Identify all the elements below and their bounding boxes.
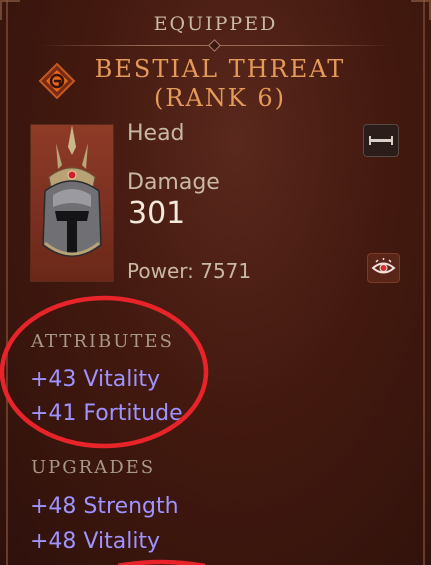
item-portrait[interactable] (30, 124, 114, 282)
eye-icon (371, 258, 396, 274)
compare-icon (369, 136, 393, 145)
upgrades-heading: UPGRADES (31, 457, 156, 478)
attribute-line: +41 Fortitude (30, 401, 183, 426)
item-name: BESTIAL THREAT (94, 55, 346, 83)
damage-label: Damage (127, 170, 220, 195)
equipped-status-label: EQUIPPED (153, 13, 278, 35)
item-tooltip-panel: EQUIPPED BESTIAL THREAT (RANK 6) Head Da… (0, 0, 431, 565)
attribute-line: +43 Vitality (30, 367, 161, 392)
item-rank: (RANK 6) (154, 84, 286, 112)
item-power: Power: 7571 (127, 259, 252, 283)
attributes-heading: ATTRIBUTES (31, 331, 174, 352)
helmet-icon (42, 125, 102, 257)
damage-value: 301 (128, 196, 186, 231)
rank-emblem-icon (38, 62, 76, 100)
upgrade-line: +48 Vitality (30, 529, 161, 554)
item-title: BESTIAL THREAT (RANK 6) (90, 55, 350, 113)
divider-gem-icon (208, 39, 221, 52)
upgrade-line: +48 Strength (30, 494, 179, 519)
inspect-button[interactable] (367, 253, 400, 283)
compare-button[interactable] (363, 124, 399, 157)
item-slot: Head (127, 121, 185, 146)
